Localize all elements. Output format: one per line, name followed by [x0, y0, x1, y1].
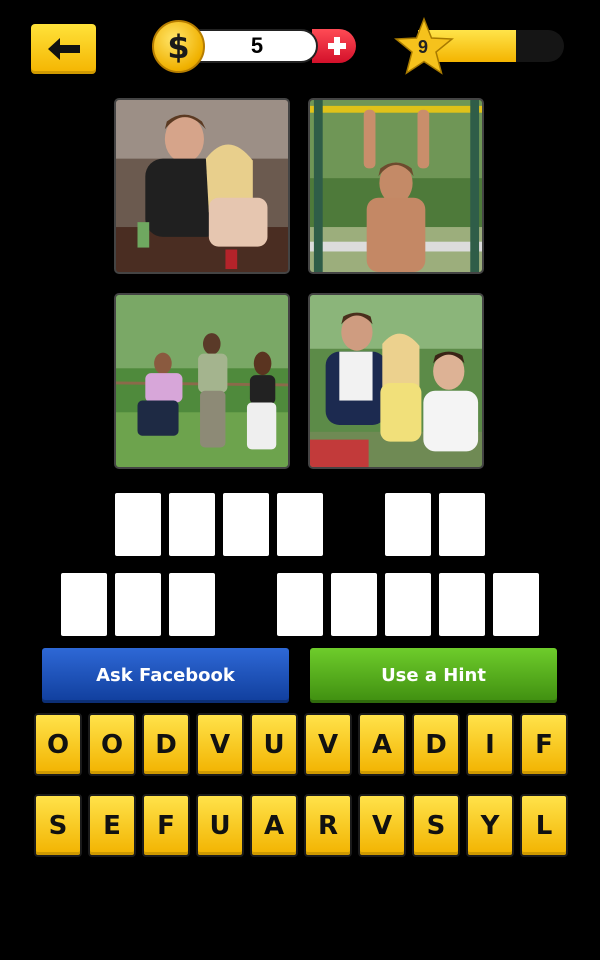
- use-hint-button[interactable]: Use a Hint: [310, 648, 557, 703]
- answer-slot[interactable]: [331, 573, 377, 636]
- answer-slot[interactable]: [115, 573, 161, 636]
- answer-slot[interactable]: [493, 573, 539, 636]
- add-coins-button[interactable]: [312, 29, 356, 63]
- letter-key[interactable]: O: [34, 713, 82, 776]
- letter-key[interactable]: F: [142, 794, 190, 857]
- answer-slot[interactable]: [169, 493, 215, 556]
- letter-key[interactable]: V: [304, 713, 352, 776]
- letter-key[interactable]: L: [520, 794, 568, 857]
- answer-slot[interactable]: [385, 573, 431, 636]
- letter-key[interactable]: V: [196, 713, 244, 776]
- answer-slot[interactable]: [439, 573, 485, 636]
- answer-slot[interactable]: [61, 573, 107, 636]
- letter-key[interactable]: S: [34, 794, 82, 857]
- plus-icon: [328, 37, 346, 55]
- ask-facebook-button[interactable]: Ask Facebook: [42, 648, 289, 703]
- answer-slot[interactable]: [277, 493, 323, 556]
- level-number: 9: [417, 36, 428, 57]
- answer-slot[interactable]: [439, 493, 485, 556]
- letter-key[interactable]: D: [142, 713, 190, 776]
- letter-key[interactable]: F: [520, 713, 568, 776]
- letter-key[interactable]: A: [250, 794, 298, 857]
- answer-slot[interactable]: [169, 573, 215, 636]
- letter-key[interactable]: D: [412, 713, 460, 776]
- arrow-left-icon: [47, 38, 80, 60]
- answer-slot[interactable]: [223, 493, 269, 556]
- letter-key[interactable]: R: [304, 794, 352, 857]
- coin-icon: $: [152, 20, 205, 73]
- letter-key[interactable]: S: [412, 794, 460, 857]
- letter-key[interactable]: U: [250, 713, 298, 776]
- letter-key[interactable]: Y: [466, 794, 514, 857]
- letter-key[interactable]: I: [466, 713, 514, 776]
- letter-key[interactable]: O: [88, 713, 136, 776]
- letter-key[interactable]: A: [358, 713, 406, 776]
- picture-3[interactable]: [114, 293, 290, 469]
- answer-slot[interactable]: [277, 573, 323, 636]
- letter-key[interactable]: E: [88, 794, 136, 857]
- answer-slot[interactable]: [115, 493, 161, 556]
- picture-2[interactable]: [308, 98, 484, 274]
- picture-1[interactable]: [114, 98, 290, 274]
- picture-4[interactable]: [308, 293, 484, 469]
- coin-count: 5: [190, 29, 318, 63]
- answer-slot[interactable]: [385, 493, 431, 556]
- letter-key[interactable]: U: [196, 794, 244, 857]
- letter-key[interactable]: V: [358, 794, 406, 857]
- back-button[interactable]: [31, 24, 96, 74]
